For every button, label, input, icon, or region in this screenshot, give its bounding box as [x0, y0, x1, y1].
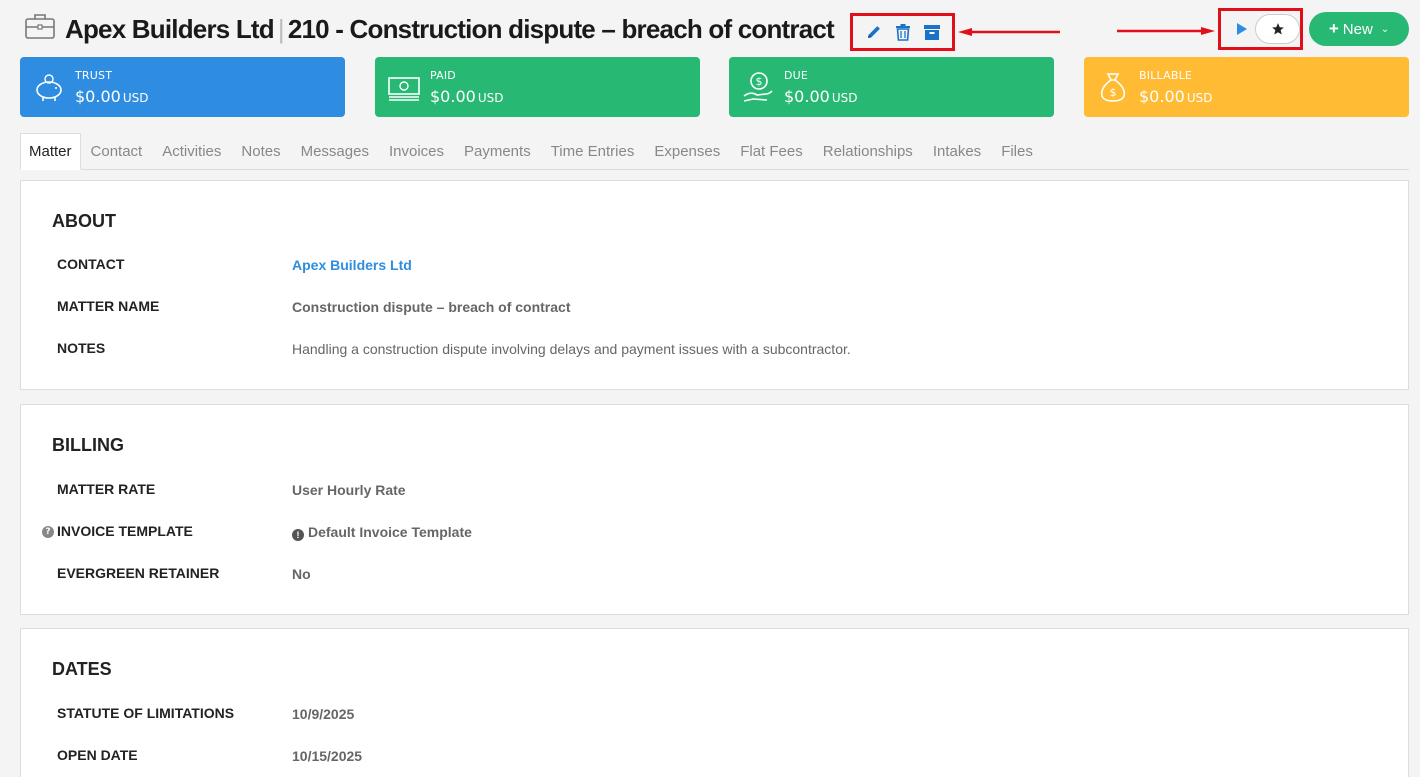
card-value: $0.00 USD [75, 87, 148, 106]
invoice-template-row: ? INVOICE TEMPLATE ! Default Invoice Temp… [21, 523, 1408, 545]
card-value: $0.00 USD [784, 87, 857, 106]
card-currency: USD [831, 91, 858, 105]
edit-button[interactable] [863, 21, 885, 43]
contact-link[interactable]: Apex Builders Ltd [292, 257, 412, 273]
page-header: Apex Builders Ltd | 210 - Construction dis… [0, 0, 1420, 57]
annotation-arrow-left [958, 28, 1060, 36]
card-currency: USD [1186, 91, 1213, 105]
star-icon [1271, 23, 1284, 35]
matter-name-value: Construction dispute – breach of contrac… [292, 299, 571, 315]
open-date-label: OPEN DATE [57, 747, 138, 763]
tab-files[interactable]: Files [991, 133, 1043, 169]
matter-rate-row: MATTER RATE User Hourly Rate [21, 481, 1408, 503]
open-date-value: 10/15/2025 [292, 748, 363, 764]
tab-expenses[interactable]: Expenses [644, 133, 730, 169]
archive-button[interactable] [921, 21, 943, 43]
cash-icon [388, 77, 420, 101]
tab-time-entries[interactable]: Time Entries [541, 133, 645, 169]
tab-activities[interactable]: Activities [152, 133, 231, 169]
card-amount: $0.00 [784, 87, 830, 106]
evergreen-value: No [292, 566, 311, 582]
card-label: TRUST [75, 69, 113, 82]
tab-messages[interactable]: Messages [291, 133, 379, 169]
card-label: PAID [430, 69, 456, 82]
billing-heading: BILLING [52, 435, 124, 455]
favorite-button[interactable] [1255, 14, 1300, 44]
card-value: $0.00 USD [1139, 87, 1212, 106]
tab-flat-fees[interactable]: Flat Fees [730, 133, 813, 169]
new-button[interactable]: + New ⌄ [1309, 12, 1409, 46]
delete-button[interactable] [892, 21, 914, 43]
about-panel: ABOUT CONTACT Apex Builders Ltd MATTER N… [20, 180, 1409, 390]
info-icon: ! [292, 529, 304, 541]
tab-notes[interactable]: Notes [231, 133, 290, 169]
card-due[interactable]: $ DUE $0.00 USD [729, 57, 1054, 117]
contact-row: CONTACT Apex Builders Ltd [21, 256, 1408, 278]
matter-name-label: MATTER NAME [57, 298, 160, 314]
timer-favorite-highlight [1218, 8, 1303, 50]
card-trust[interactable]: TRUST $0.00 USD [20, 57, 345, 117]
pencil-icon [867, 26, 880, 38]
chevron-down-icon: ⌄ [1380, 23, 1390, 35]
matter-rate-label: MATTER RATE [57, 481, 156, 497]
statute-value: 10/9/2025 [292, 706, 355, 722]
svg-text:$: $ [1110, 86, 1117, 99]
matter-actions-highlight [850, 13, 955, 51]
summary-cards: TRUST $0.00 USD PAID $0.00 USD $ DUE $0.00… [20, 57, 1409, 117]
statute-label: STATUTE OF LIMITATIONS [57, 705, 235, 721]
svg-text:$: $ [756, 75, 763, 88]
page-title: Apex Builders Ltd | 210 - Construction dis… [65, 14, 835, 45]
tab-contact[interactable]: Contact [81, 133, 153, 169]
tab-invoices[interactable]: Invoices [379, 133, 454, 169]
contact-label: CONTACT [57, 256, 125, 272]
card-paid[interactable]: PAID $0.00 USD [375, 57, 700, 117]
piggy-bank-icon [36, 74, 62, 101]
dates-heading: DATES [52, 659, 112, 679]
plus-icon: + [1328, 19, 1339, 38]
help-icon[interactable]: ? [42, 526, 54, 538]
dates-panel: DATES STATUTE OF LIMITATIONS 10/9/2025 O… [20, 628, 1409, 777]
trash-icon [895, 24, 910, 41]
evergreen-row: EVERGREEN RETAINER No [21, 565, 1408, 587]
title-separator: | [277, 14, 285, 44]
notes-row: NOTES Handling a construction dispute in… [21, 340, 1408, 362]
evergreen-label: EVERGREEN RETAINER [57, 565, 220, 581]
invoice-template-text: Default Invoice Template [308, 524, 472, 540]
new-label: New [1342, 20, 1373, 38]
open-date-row: OPEN DATE 10/15/2025 [21, 747, 1408, 769]
invoice-template-label: INVOICE TEMPLATE [57, 523, 193, 539]
card-amount: $0.00 [1139, 87, 1185, 106]
tab-matter[interactable]: Matter [20, 133, 81, 170]
play-icon[interactable] [1234, 19, 1250, 39]
statute-row: STATUTE OF LIMITATIONS 10/9/2025 [21, 705, 1408, 727]
tab-intakes[interactable]: Intakes [923, 133, 991, 169]
briefcase-icon [25, 14, 55, 39]
annotation-arrow-right [1117, 27, 1215, 35]
card-label: BILLABLE [1139, 69, 1193, 82]
about-heading: ABOUT [52, 211, 116, 231]
notes-value: Handling a construction dispute involvin… [292, 341, 851, 357]
tab-payments[interactable]: Payments [454, 133, 541, 169]
notes-label: NOTES [57, 340, 106, 356]
tab-relationships[interactable]: Relationships [813, 133, 923, 169]
card-currency: USD [477, 91, 504, 105]
card-label: DUE [784, 69, 809, 82]
matter-rate-value: User Hourly Rate [292, 482, 406, 498]
billing-panel: BILLING MATTER RATE User Hourly Rate ? I… [20, 404, 1409, 615]
matter-name-row: MATTER NAME Construction dispute – breac… [21, 298, 1408, 320]
card-billable[interactable]: $ BILLABLE $0.00 USD [1084, 57, 1409, 117]
card-value: $0.00 USD [430, 87, 503, 106]
card-amount: $0.00 [430, 87, 476, 106]
money-bag-icon: $ [1100, 73, 1126, 102]
title-contact: Apex Builders Ltd [65, 14, 275, 44]
dollar-hand-icon: $ [743, 72, 773, 102]
archive-icon [923, 25, 940, 40]
card-amount: $0.00 [75, 87, 121, 106]
matter-tabs: Matter Contact Activities Notes Messages… [20, 133, 1409, 170]
card-currency: USD [122, 91, 149, 105]
invoice-template-value: ! Default Invoice Template [292, 524, 472, 541]
title-matter: 210 - Construction dispute – breach of c… [287, 14, 835, 44]
